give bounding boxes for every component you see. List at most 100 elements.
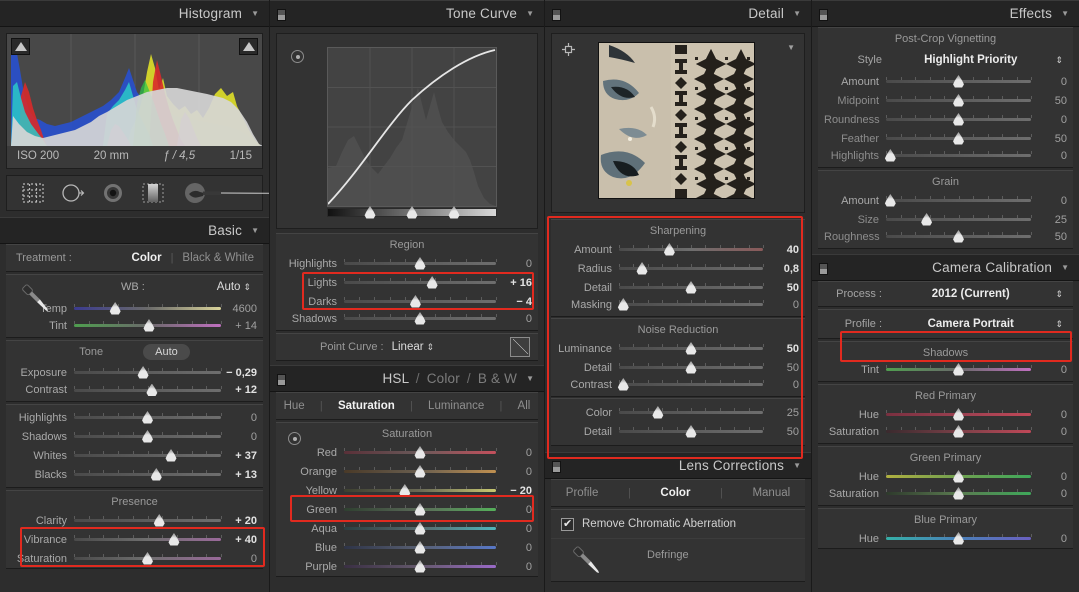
region-split-knob[interactable] — [364, 206, 376, 219]
slider-row-exposure[interactable]: Exposure − 0,29 — [6, 363, 263, 382]
slider-track[interactable] — [344, 541, 497, 554]
slider-row-highlights[interactable]: Highlights 0 — [6, 408, 263, 427]
slider-row-nr-color-detail[interactable]: Detail 50 — [551, 422, 805, 441]
slider-row-region-highlights[interactable]: Highlights 0 — [276, 254, 538, 273]
slider-track[interactable] — [886, 213, 1032, 226]
slider-row-contrast[interactable]: Contrast + 12 — [6, 382, 263, 401]
slider-track[interactable] — [74, 468, 222, 481]
slider-track[interactable] — [619, 361, 764, 374]
slider-row-green-saturation[interactable]: Saturation 0 — [818, 486, 1073, 505]
slider-row-clarity[interactable]: Clarity + 20 — [6, 511, 263, 530]
vignette-style-row[interactable]: Style Highlight Priority ⇕ — [818, 48, 1073, 72]
slider-track[interactable] — [344, 312, 497, 325]
slider-row-grain-size[interactable]: Size 25 — [818, 210, 1073, 229]
slider-row-hsl-yellow[interactable]: Yellow − 20 — [276, 481, 538, 500]
slider-track[interactable] — [886, 75, 1032, 88]
updown-arrows-icon[interactable]: ⇕ — [243, 282, 251, 293]
slider-track[interactable] — [886, 487, 1032, 500]
tone-curve-region-strip[interactable] — [327, 206, 497, 219]
tone-curve-panel-header[interactable]: Tone Curve ▼ — [270, 0, 544, 27]
process-value[interactable]: 2012 (Current) — [890, 288, 1069, 300]
chevron-down-icon[interactable]: ▼ — [251, 9, 259, 18]
shadow-clipping-indicator[interactable] — [11, 38, 30, 55]
slider-row-blacks[interactable]: Blacks + 13 — [6, 465, 263, 484]
slider-track[interactable] — [74, 302, 222, 315]
slider-row-hsl-red[interactable]: Red 0 — [276, 443, 538, 462]
slider-track[interactable] — [74, 514, 222, 527]
slider-row-sharpening-radius[interactable]: Radius 0,8 — [551, 259, 805, 278]
lens-corrections-panel-header[interactable]: Lens Corrections ▼ — [545, 452, 811, 479]
slider-row-blue-hue[interactable]: Hue 0 — [818, 529, 1073, 548]
target-adjustment-tool-icon[interactable] — [288, 432, 301, 445]
slider-row-vibrance[interactable]: Vibrance + 40 — [6, 530, 263, 549]
slider-track[interactable] — [619, 243, 764, 256]
slider-row-vignette-amount[interactable]: Amount 0 — [818, 72, 1073, 91]
slider-row-grain-amount[interactable]: Amount 0 — [818, 191, 1073, 210]
slider-row-nr-color[interactable]: Color 25 — [551, 403, 805, 422]
chevron-down-icon[interactable]: ▼ — [793, 461, 801, 470]
hsl-title-hsl[interactable]: HSL — [382, 371, 408, 386]
tone-curve-graph-area[interactable] — [276, 33, 538, 229]
point-curve-value[interactable]: Linear — [392, 341, 424, 353]
slider-row-vignette-roundness[interactable]: Roundness 0 — [818, 110, 1073, 129]
slider-track[interactable] — [74, 411, 222, 424]
updown-arrows-icon[interactable]: ⇕ — [1055, 319, 1063, 330]
slider-row-nr-luminance[interactable]: Luminance 50 — [551, 339, 805, 358]
remove-chromatic-aberration-checkbox[interactable] — [561, 517, 574, 531]
camera-calibration-panel-header[interactable]: Camera Calibration ▼ — [812, 254, 1079, 281]
adjustment-brush-tool[interactable] — [181, 182, 269, 204]
panel-switch-icon[interactable] — [277, 374, 286, 386]
slider-track[interactable] — [74, 366, 222, 379]
curve-editor-icon[interactable] — [510, 337, 530, 357]
slider-row-sharpening-masking[interactable]: Masking 0 — [551, 297, 805, 316]
chevron-down-icon[interactable]: ▼ — [526, 9, 534, 18]
tone-auto-button[interactable]: Auto — [143, 344, 190, 360]
slider-track[interactable] — [344, 484, 497, 497]
chevron-down-icon[interactable]: ▼ — [251, 226, 259, 235]
target-adjustment-tool-icon[interactable] — [291, 50, 304, 63]
panel-switch-icon[interactable] — [552, 461, 561, 473]
point-curve-row[interactable]: Point Curve : Linear ⇕ — [276, 334, 538, 360]
histogram-panel-header[interactable]: Histogram ▼ — [0, 0, 269, 27]
histogram-widget[interactable]: ISO 200 20 mm ƒ / 4,5 1/15 — [6, 33, 263, 169]
slider-track[interactable] — [886, 425, 1032, 438]
slider-row-grain-roughness[interactable]: Roughness 50 — [818, 229, 1073, 248]
slider-track[interactable] — [886, 132, 1032, 145]
remove-chromatic-aberration-row[interactable]: Remove Chromatic Aberration — [551, 510, 805, 538]
chevron-down-icon[interactable]: ▼ — [1061, 263, 1069, 272]
slider-row-green-hue[interactable]: Hue 0 — [818, 467, 1073, 486]
slider-track[interactable] — [886, 363, 1032, 376]
slider-row-tint[interactable]: Tint + 14 — [6, 318, 263, 337]
slider-track[interactable] — [886, 532, 1032, 545]
slider-track[interactable] — [619, 342, 764, 355]
tab-manual[interactable]: Manual — [752, 487, 790, 499]
spot-removal-tool[interactable] — [61, 182, 85, 204]
red-eye-correction-tool[interactable] — [101, 182, 125, 204]
slider-row-vignette-feather[interactable]: Feather 50 — [818, 129, 1073, 148]
slider-track[interactable] — [74, 533, 222, 546]
hsl-panel-header[interactable]: HSL / Color / B & W ▼ — [270, 365, 544, 392]
slider-track[interactable] — [74, 383, 222, 396]
panel-switch-icon[interactable] — [819, 9, 828, 21]
slider-row-vignette-highlights[interactable]: Highlights 0 — [818, 148, 1073, 167]
region-split-knob[interactable] — [448, 206, 460, 219]
slider-track[interactable] — [74, 552, 222, 565]
slider-track[interactable] — [344, 560, 497, 573]
tab-all[interactable]: All — [518, 400, 531, 412]
histogram-plot[interactable] — [7, 34, 262, 146]
panel-switch-icon[interactable] — [277, 9, 286, 21]
slider-row-nr-detail[interactable]: Detail 50 — [551, 358, 805, 377]
slider-row-region-lights[interactable]: Lights + 16 — [276, 273, 538, 292]
tab-hue[interactable]: Hue — [284, 400, 305, 412]
treatment-option-color[interactable]: Color — [123, 252, 171, 264]
slider-track[interactable] — [617, 298, 764, 311]
loupe-target-icon[interactable] — [561, 42, 576, 57]
slider-track[interactable] — [886, 94, 1032, 107]
tab-saturation[interactable]: Saturation — [338, 400, 395, 412]
slider-track[interactable] — [344, 465, 497, 478]
slider-track[interactable] — [884, 194, 1032, 207]
slider-track[interactable] — [619, 406, 764, 419]
slider-track[interactable] — [344, 522, 497, 535]
slider-row-region-darks[interactable]: Darks − 4 — [276, 292, 538, 311]
tone-curve-plot[interactable] — [327, 47, 497, 207]
